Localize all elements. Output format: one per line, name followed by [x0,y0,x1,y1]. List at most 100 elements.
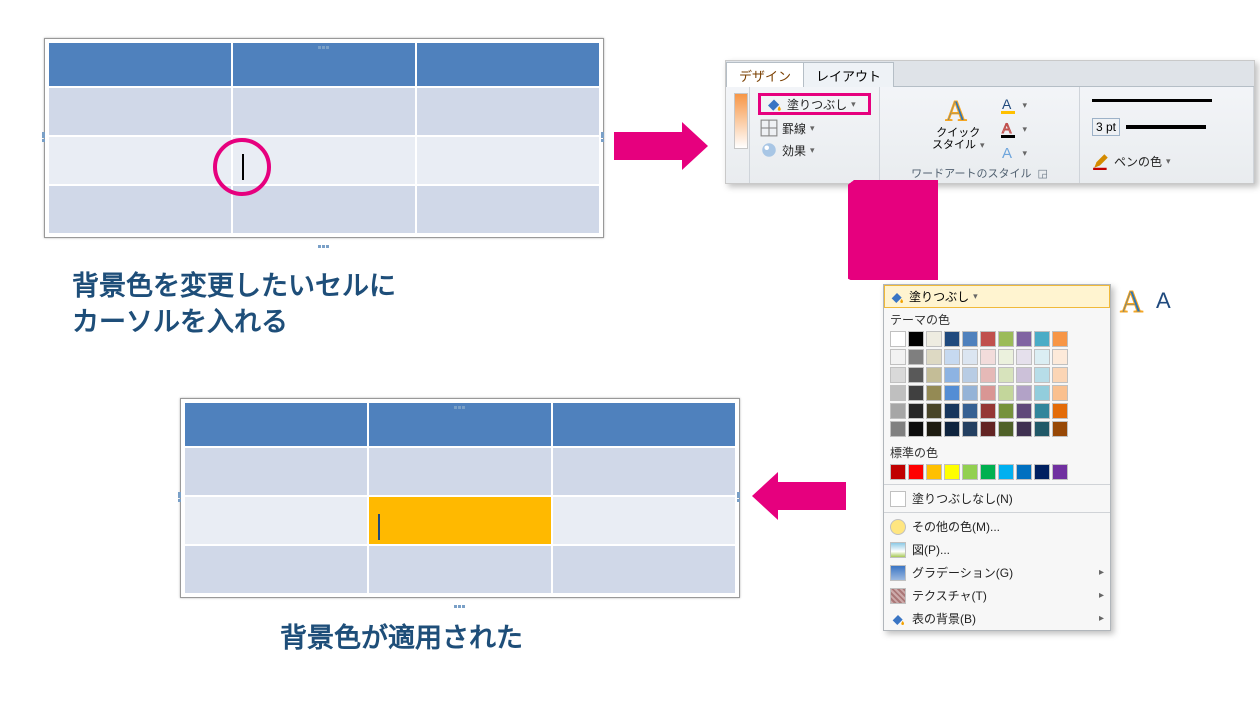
no-fill-item[interactable]: 塗りつぶしなし(N) [884,487,1110,510]
caption-step1: 背景色を変更したいセルに カーソルを入れる [72,268,396,341]
color-swatch[interactable] [1052,331,1068,347]
color-swatch[interactable] [962,331,978,347]
color-swatch[interactable] [1016,331,1032,347]
color-swatch[interactable] [1016,464,1032,480]
color-swatch[interactable] [926,349,942,365]
color-swatch[interactable] [980,385,996,401]
svg-text:A: A [1002,96,1012,112]
svg-text:A: A [1002,145,1012,162]
gradient-fill-item[interactable]: グラデーション(G) ▸ [884,561,1110,584]
color-swatch[interactable] [944,367,960,383]
color-swatch[interactable] [1016,349,1032,365]
color-swatch[interactable] [1016,367,1032,383]
wordart-a-icon: A [941,93,975,127]
color-swatch[interactable] [926,385,942,401]
paint-bucket-icon [765,95,783,113]
color-swatch[interactable] [1052,367,1068,383]
dialog-launcher-icon[interactable]: ◲ [1037,168,1047,180]
color-swatch[interactable] [1052,421,1068,437]
color-swatch[interactable] [890,385,906,401]
color-swatch[interactable] [1034,385,1050,401]
color-swatch[interactable] [998,367,1014,383]
color-swatch[interactable] [1034,349,1050,365]
color-swatch[interactable] [908,385,924,401]
color-swatch[interactable] [890,367,906,383]
color-swatch[interactable] [908,349,924,365]
table-header [48,42,232,87]
text-outline-button[interactable]: A▾ [999,119,1028,139]
color-swatch[interactable] [926,421,942,437]
color-swatch[interactable] [908,464,924,480]
pen-color-button[interactable]: ペンの色▾ [1092,150,1241,172]
chevron-down-icon: ▾ [851,99,856,110]
effect-button[interactable]: 効果▾ [760,139,869,161]
color-swatch[interactable] [998,349,1014,365]
color-swatch[interactable] [962,349,978,365]
table-background-item[interactable]: 表の背景(B) ▸ [884,607,1110,630]
color-swatch[interactable] [1034,331,1050,347]
color-swatch[interactable] [1052,349,1068,365]
color-swatch[interactable] [1052,385,1068,401]
color-swatch[interactable] [944,403,960,419]
tab-layout[interactable]: レイアウト [803,62,894,87]
color-swatch[interactable] [1034,421,1050,437]
color-swatch[interactable] [908,331,924,347]
svg-text:A: A [1156,288,1171,313]
color-swatch[interactable] [980,403,996,419]
color-swatch[interactable] [1016,421,1032,437]
color-swatch[interactable] [890,403,906,419]
text-fill-button[interactable]: A▾ [999,95,1028,115]
text-effect-button[interactable]: A▾ [999,143,1028,163]
color-swatch[interactable] [944,331,960,347]
color-swatch[interactable] [998,421,1014,437]
color-swatch[interactable] [926,403,942,419]
color-swatch[interactable] [998,464,1014,480]
color-swatch[interactable] [890,349,906,365]
pen-weight-select[interactable]: 3 pt [1092,118,1120,136]
color-swatch[interactable] [998,385,1014,401]
color-swatch[interactable] [1052,403,1068,419]
color-swatch[interactable] [908,367,924,383]
filled-cell[interactable] [368,496,552,545]
color-swatch[interactable] [890,421,906,437]
color-swatch[interactable] [926,367,942,383]
color-swatch[interactable] [1016,385,1032,401]
color-swatch[interactable] [998,403,1014,419]
color-swatch[interactable] [944,421,960,437]
more-colors-item[interactable]: その他の色(M)... [884,515,1110,538]
table-cell[interactable] [48,87,232,136]
fill-button-active[interactable]: 塗りつぶし▾ [884,285,1110,308]
color-swatch[interactable] [998,331,1014,347]
color-swatch[interactable] [962,464,978,480]
color-swatch[interactable] [890,331,906,347]
color-swatch[interactable] [908,403,924,419]
color-swatch[interactable] [962,367,978,383]
pen-style-line[interactable] [1092,99,1212,102]
color-swatch[interactable] [962,421,978,437]
color-swatch[interactable] [890,464,906,480]
color-swatch[interactable] [980,367,996,383]
color-swatch[interactable] [980,421,996,437]
color-swatch[interactable] [980,349,996,365]
color-swatch[interactable] [962,403,978,419]
color-swatch[interactable] [944,349,960,365]
color-swatch[interactable] [1034,464,1050,480]
fill-button[interactable]: 塗りつぶし▾ [758,93,871,115]
color-swatch[interactable] [1034,367,1050,383]
color-swatch[interactable] [944,385,960,401]
color-swatch[interactable] [908,421,924,437]
color-swatch[interactable] [962,385,978,401]
color-swatch[interactable] [1052,464,1068,480]
picture-fill-item[interactable]: 図(P)... [884,538,1110,561]
color-swatch[interactable] [980,464,996,480]
color-swatch[interactable] [926,331,942,347]
border-button[interactable]: 罫線▾ [760,117,869,139]
color-swatch[interactable] [1016,403,1032,419]
color-swatch[interactable] [1034,403,1050,419]
tab-design[interactable]: デザイン [726,62,804,87]
color-swatch[interactable] [926,464,942,480]
quick-style-button[interactable]: A クイック スタイル▾ [932,93,985,163]
color-swatch[interactable] [944,464,960,480]
color-swatch[interactable] [980,331,996,347]
texture-fill-item[interactable]: テクスチャ(T) ▸ [884,584,1110,607]
